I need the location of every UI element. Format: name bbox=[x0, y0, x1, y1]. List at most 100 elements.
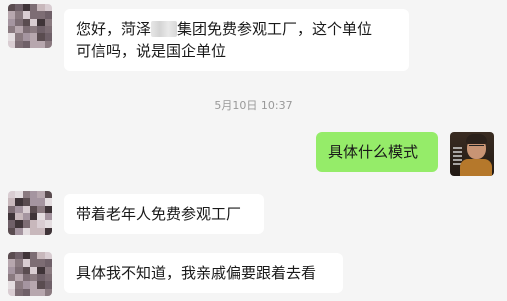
avatar-pixel bbox=[22, 191, 30, 199]
avatar-pixel bbox=[37, 266, 45, 274]
message-text-segment: 集团免费参观工厂，这个单位 bbox=[177, 20, 373, 38]
avatar-pixel bbox=[30, 227, 38, 235]
avatar-pixel bbox=[30, 11, 38, 19]
pixelated-avatar bbox=[8, 191, 52, 235]
avatar-pixel bbox=[22, 259, 30, 267]
user-avatar-icon[interactable] bbox=[450, 132, 494, 176]
avatar-pixel bbox=[22, 4, 30, 12]
avatar-pixel bbox=[8, 26, 16, 34]
avatar-pixel bbox=[37, 40, 45, 48]
avatar-pixel bbox=[37, 227, 45, 235]
avatar-pixel bbox=[15, 288, 23, 296]
avatar-pixel bbox=[30, 288, 38, 296]
avatar-pixel bbox=[22, 227, 30, 235]
avatar-pixel bbox=[22, 220, 30, 228]
avatar-pixel bbox=[44, 33, 52, 41]
avatar-pixel bbox=[8, 281, 16, 289]
avatar-pixel bbox=[8, 198, 16, 206]
avatar-pixel bbox=[30, 281, 38, 289]
avatar-pixel bbox=[44, 281, 52, 289]
avatar-pixel bbox=[8, 18, 16, 26]
avatar-figure-glasses bbox=[469, 145, 484, 150]
message-bubble-incoming[interactable]: 具体我不知道，我亲戚偏要跟着去看 bbox=[64, 253, 343, 293]
avatar-pixel bbox=[30, 205, 38, 213]
avatar-pixel bbox=[15, 191, 23, 199]
avatar-pixel bbox=[15, 4, 23, 12]
avatar-pixel bbox=[30, 274, 38, 282]
avatar-pixel bbox=[15, 205, 23, 213]
avatar-pixel bbox=[37, 4, 45, 12]
avatar-pixel bbox=[37, 11, 45, 19]
avatar-pixel bbox=[15, 281, 23, 289]
avatar-pixel bbox=[44, 11, 52, 19]
message-text: 具体我不知道，我亲戚偏要跟着去看 bbox=[76, 264, 317, 282]
avatar-pixel bbox=[15, 227, 23, 235]
avatar-pixel bbox=[44, 4, 52, 12]
avatar-pixel bbox=[22, 274, 30, 282]
avatar-pixel bbox=[37, 18, 45, 26]
avatar-figure-hair bbox=[466, 134, 487, 144]
message-text: 具体什么模式 bbox=[328, 143, 419, 161]
contact-avatar-icon[interactable] bbox=[8, 4, 52, 48]
avatar-pixel bbox=[8, 4, 16, 12]
message-text: 带着老年人免费参观工厂 bbox=[76, 205, 242, 223]
avatar-pixel bbox=[8, 252, 16, 260]
avatar-pixel bbox=[44, 213, 52, 221]
avatar-pixel bbox=[44, 191, 52, 199]
message-bubble-incoming[interactable]: 您好，菏泽 集团免费参观工厂，这个单位 可信吗，说是国企单位 bbox=[64, 9, 409, 71]
message-bubble-outgoing[interactable]: 具体什么模式 bbox=[316, 132, 438, 172]
avatar-pixel bbox=[15, 40, 23, 48]
avatar-pixel bbox=[44, 274, 52, 282]
contact-avatar-icon[interactable] bbox=[8, 252, 52, 296]
avatar-pixel bbox=[8, 259, 16, 267]
message-text-line: 您好，菏泽 集团免费参观工厂，这个单位 bbox=[76, 18, 397, 40]
avatar-pixel bbox=[22, 266, 30, 274]
avatar-pixel bbox=[37, 288, 45, 296]
avatar-pixel bbox=[15, 259, 23, 267]
avatar-pixel bbox=[37, 213, 45, 221]
avatar-pixel bbox=[8, 205, 16, 213]
pixelated-avatar bbox=[8, 252, 52, 296]
message-bubble-incoming[interactable]: 带着老年人免费参观工厂 bbox=[64, 194, 264, 234]
avatar-pixel bbox=[30, 40, 38, 48]
avatar-pixel bbox=[44, 266, 52, 274]
avatar-pixel bbox=[8, 191, 16, 199]
avatar-pixel bbox=[15, 33, 23, 41]
redaction-mask bbox=[151, 21, 178, 37]
avatar-pixel bbox=[22, 281, 30, 289]
avatar-pixel bbox=[37, 220, 45, 228]
avatar-pixel bbox=[30, 220, 38, 228]
avatar-pixel bbox=[22, 252, 30, 260]
avatar-figure-shirt bbox=[460, 159, 492, 176]
avatar-pixel bbox=[15, 252, 23, 260]
message-timestamp: 5月10日 10:37 bbox=[214, 99, 293, 112]
avatar-pixel bbox=[44, 26, 52, 34]
avatar-pixel bbox=[44, 227, 52, 235]
avatar-pixel bbox=[8, 220, 16, 228]
avatar-pixel bbox=[15, 11, 23, 19]
avatar-pixel bbox=[22, 205, 30, 213]
avatar-pixel bbox=[30, 33, 38, 41]
avatar-pixel bbox=[22, 26, 30, 34]
avatar-pixel bbox=[22, 11, 30, 19]
avatar-pixel bbox=[15, 26, 23, 34]
avatar-pixel bbox=[37, 191, 45, 199]
avatar-pixel bbox=[22, 33, 30, 41]
avatar-pixel bbox=[30, 213, 38, 221]
avatar-pixel bbox=[37, 252, 45, 260]
avatar-pixel bbox=[15, 18, 23, 26]
avatar-pixel bbox=[15, 274, 23, 282]
avatar-pixel bbox=[30, 259, 38, 267]
avatar-pixel bbox=[30, 26, 38, 34]
contact-avatar-icon[interactable] bbox=[8, 191, 52, 235]
avatar-pixel bbox=[44, 220, 52, 228]
avatar-pixel bbox=[8, 33, 16, 41]
avatar-pixel bbox=[37, 198, 45, 206]
avatar-pixel bbox=[15, 266, 23, 274]
avatar-pixel bbox=[30, 198, 38, 206]
chat-window: 您好，菏泽 集团免费参观工厂，这个单位 可信吗，说是国企单位 5月10日 10:3… bbox=[0, 0, 507, 301]
avatar-pixel bbox=[22, 213, 30, 221]
photo-avatar bbox=[450, 132, 494, 176]
avatar-pixel bbox=[44, 259, 52, 267]
avatar-pixel bbox=[37, 33, 45, 41]
